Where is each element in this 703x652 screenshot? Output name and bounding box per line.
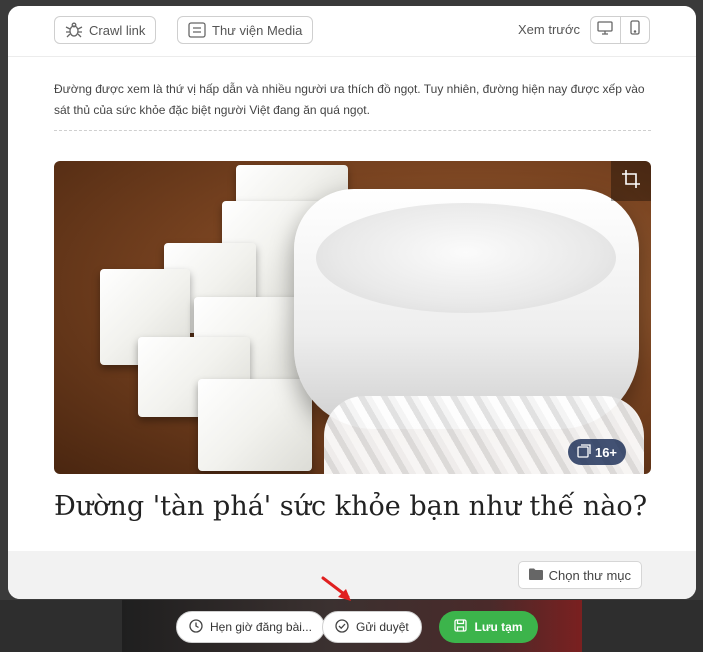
choose-folder-label: Chọn thư mục — [548, 567, 631, 583]
editor-toolbar: Crawl link Thư viện Media Xem trước — [8, 6, 696, 57]
preview-label: Xem trước — [517, 22, 580, 37]
crop-icon — [620, 168, 642, 195]
gallery-icon — [577, 443, 591, 461]
mobile-icon — [630, 20, 640, 40]
crawl-link-button[interactable]: Crawl link — [54, 16, 157, 44]
article-cover-image[interactable]: 16+ — [54, 161, 651, 474]
check-circle-icon — [335, 618, 349, 636]
submit-review-label: Gửi duyệt — [356, 620, 409, 634]
spider-icon — [65, 21, 83, 39]
article-title[interactable]: Đường 'tàn phá' sức khỏe bạn như thế nào… — [54, 488, 651, 526]
article-content: Đường được xem là thứ vị hấp dẫn và nhiề… — [54, 56, 651, 522]
preview-device-toggle — [590, 16, 650, 44]
sugar-cube — [198, 379, 312, 471]
article-sapo[interactable]: Đường được xem là thứ vị hấp dẫn và nhiề… — [54, 79, 651, 131]
media-library-button[interactable]: Thư viện Media — [177, 16, 314, 44]
crop-image-button[interactable] — [611, 161, 651, 201]
schedule-post-label: Hẹn giờ đăng bài... — [210, 620, 312, 634]
submit-review-button[interactable]: Gửi duyệt — [322, 611, 422, 643]
annotation-arrow — [320, 575, 356, 610]
preview-desktop-button[interactable] — [591, 17, 620, 43]
save-draft-button[interactable]: Lưu tạm — [439, 611, 538, 643]
article-editor-modal: Crawl link Thư viện Media Xem trước Đườn… — [8, 6, 696, 599]
save-icon — [454, 619, 468, 635]
media-library-label: Thư viện Media — [212, 22, 303, 38]
desktop-icon — [597, 20, 613, 40]
image-count-label: 16+ — [594, 444, 618, 460]
clock-icon — [189, 618, 203, 636]
crawl-link-label: Crawl link — [89, 22, 146, 38]
image-count-badge[interactable]: 16+ — [568, 439, 626, 465]
choose-folder-button[interactable]: Chọn thư mục — [517, 561, 642, 589]
folder-icon — [528, 568, 543, 583]
granulated-sugar — [316, 203, 616, 313]
preview-mobile-button[interactable] — [619, 17, 650, 43]
save-draft-label: Lưu tạm — [474, 620, 523, 634]
schedule-post-button[interactable]: Hẹn giờ đăng bài... — [176, 611, 325, 643]
library-icon — [188, 22, 206, 38]
